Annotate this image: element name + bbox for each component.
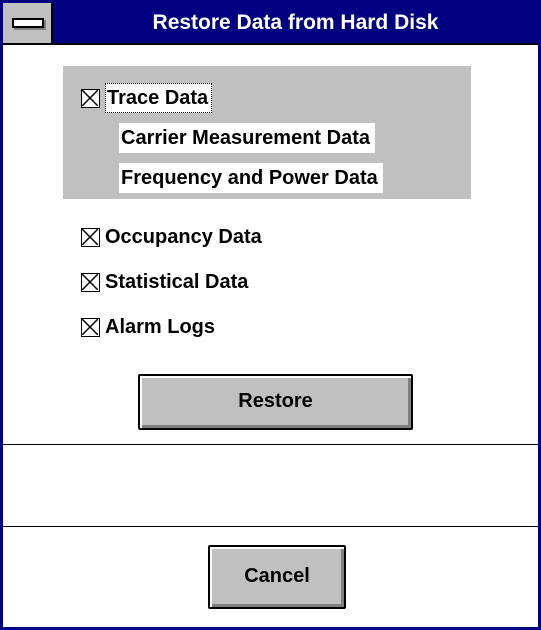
divider-top xyxy=(3,444,538,445)
occupancy-data-option[interactable]: Occupancy Data xyxy=(81,222,262,252)
trace-data-option[interactable]: Trace Data xyxy=(81,83,213,113)
occupancy-data-checkbox[interactable] xyxy=(81,227,100,247)
carrier-measurement-data-item[interactable]: Carrier Measurement Data xyxy=(119,123,375,153)
frequency-power-data-item[interactable]: Frequency and Power Data xyxy=(119,163,383,193)
divider-bottom xyxy=(3,526,538,527)
check-x-icon xyxy=(82,89,98,106)
check-x-icon xyxy=(82,228,98,245)
check-x-icon xyxy=(82,318,98,335)
system-menu-icon xyxy=(12,18,44,28)
statistical-data-option[interactable]: Statistical Data xyxy=(81,267,248,297)
check-x-icon xyxy=(82,273,98,290)
alarm-logs-option[interactable]: Alarm Logs xyxy=(81,312,215,342)
trace-data-checkbox[interactable] xyxy=(81,88,100,108)
statistical-data-label: Statistical Data xyxy=(105,270,249,293)
trace-data-label: Trace Data xyxy=(105,83,213,113)
restore-button[interactable]: Restore xyxy=(138,374,413,430)
restore-dialog: Restore Data from Hard Disk Trace Data C… xyxy=(0,0,541,630)
cancel-button[interactable]: Cancel xyxy=(208,545,346,609)
alarm-logs-checkbox[interactable] xyxy=(81,317,100,337)
occupancy-data-label: Occupancy Data xyxy=(105,225,262,248)
window-title: Restore Data from Hard Disk xyxy=(152,11,439,34)
statistical-data-checkbox[interactable] xyxy=(81,272,100,292)
title-bar: Restore Data from Hard Disk xyxy=(3,3,538,45)
alarm-logs-label: Alarm Logs xyxy=(105,315,216,338)
system-menu-button[interactable] xyxy=(3,3,53,43)
